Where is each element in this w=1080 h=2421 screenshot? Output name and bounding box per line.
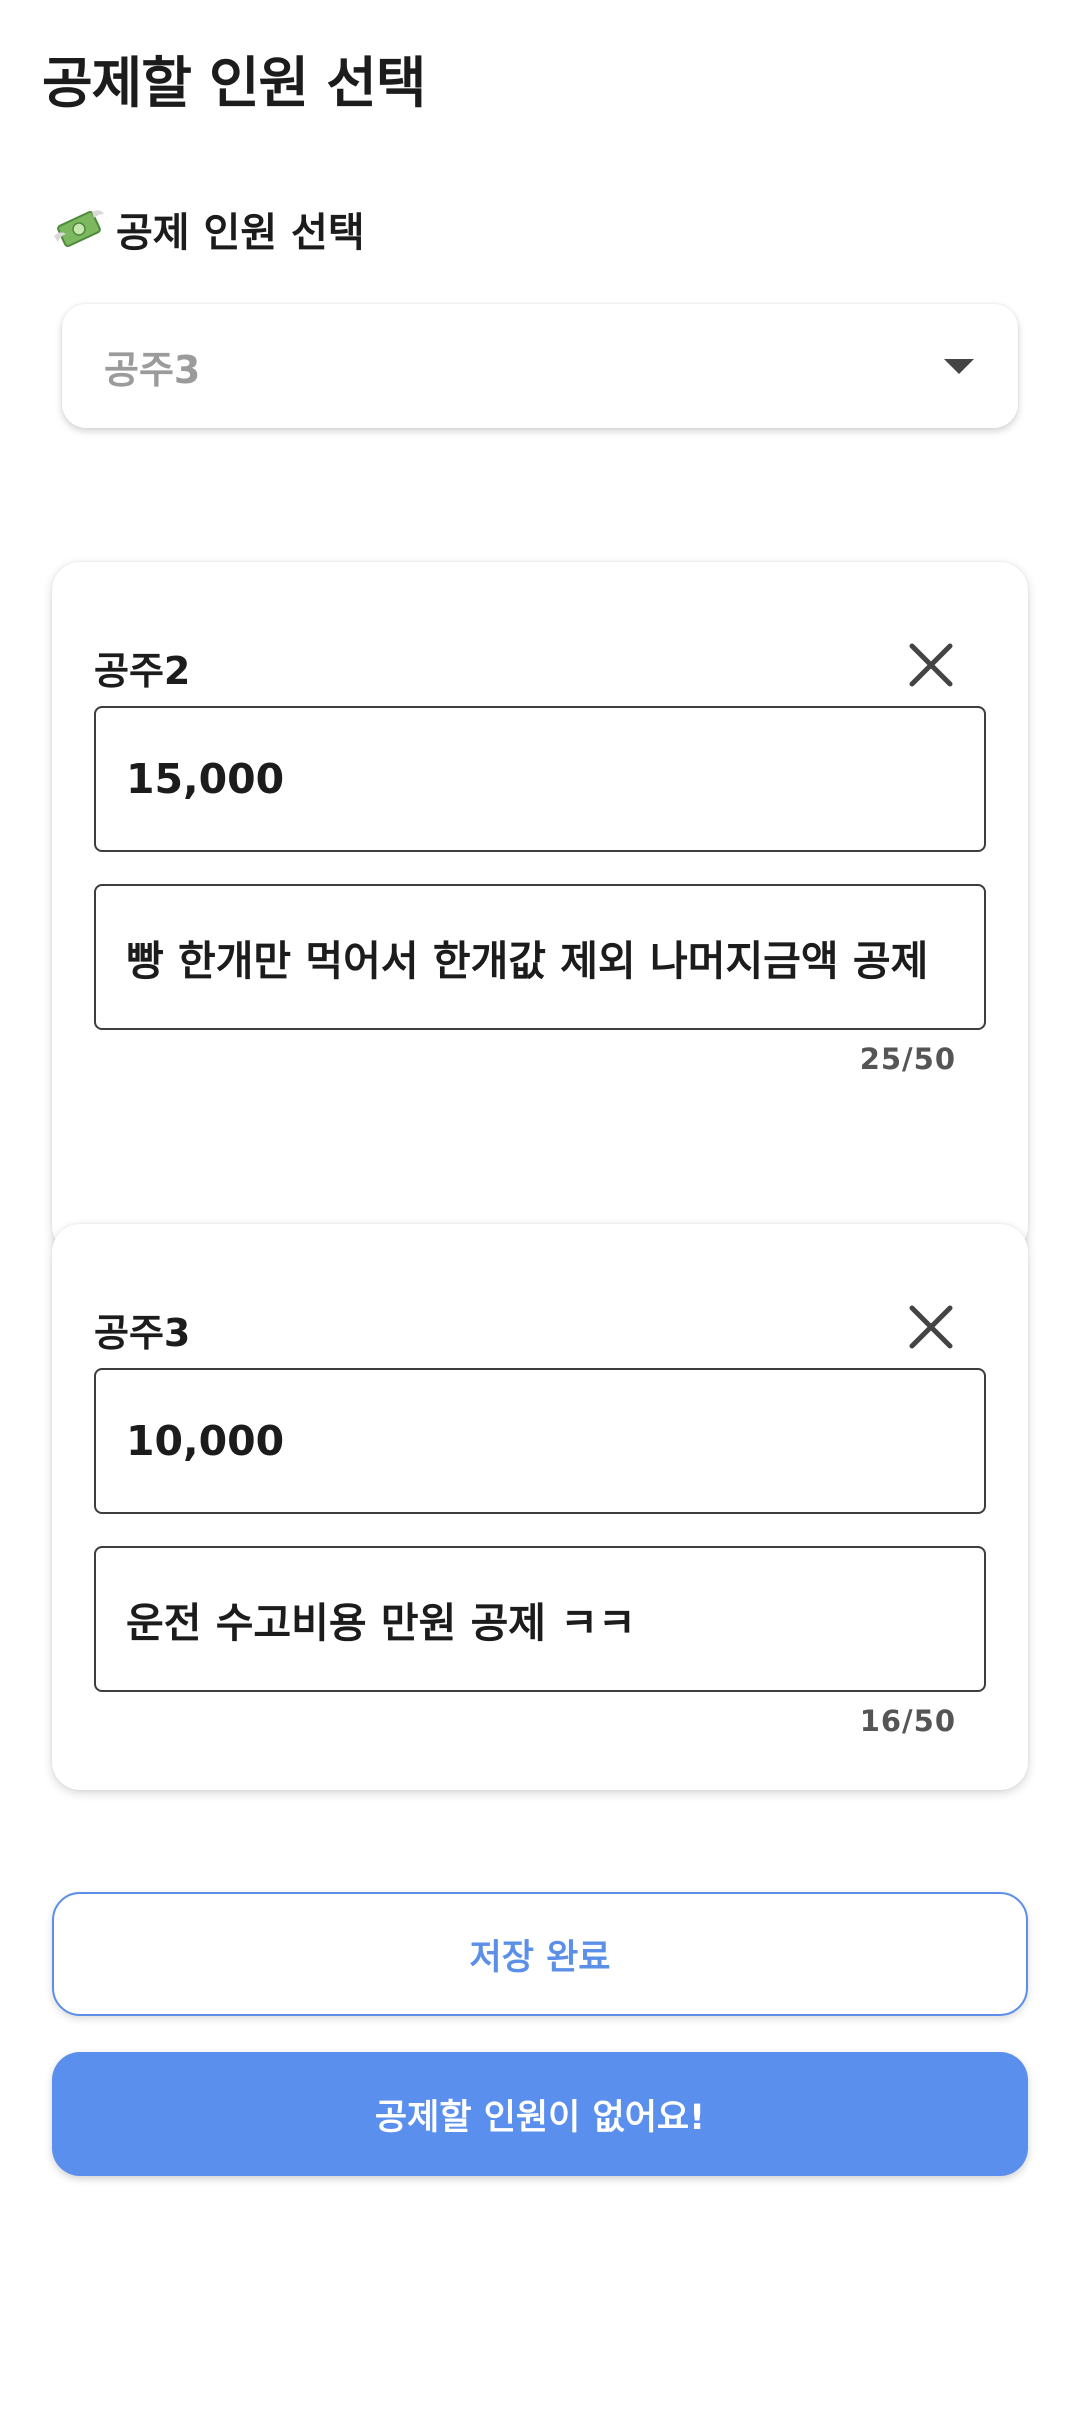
remove-deduction-button[interactable] [904, 1300, 958, 1354]
memo-input[interactable]: 빵 한개만 먹어서 한개값 제외 나머지금액 공제 [94, 884, 986, 1030]
page-title: 공제할 인원 선택 [42, 51, 426, 115]
money-with-wings-icon [52, 206, 106, 252]
amount-input[interactable]: 15,000 [94, 706, 986, 852]
section-label: 공제 인원 선택 [52, 200, 365, 258]
amount-input[interactable]: 10,000 [94, 1368, 986, 1514]
caret-down-icon[interactable] [944, 358, 974, 374]
save-button[interactable]: 저장 완료 [52, 1892, 1028, 2016]
remove-deduction-button[interactable] [904, 638, 958, 692]
close-icon[interactable] [904, 1300, 958, 1354]
deduction-member-name: 공주2 [94, 649, 191, 693]
memo-char-counter: 16/50 [859, 1704, 956, 1738]
deduction-card: 공주2 15,000 빵 한개만 먹어서 한개값 제외 나머지금액 공제 25/… [52, 562, 1028, 1254]
member-select-value: 공주3 [104, 347, 201, 392]
section-label-text: 공제 인원 선택 [116, 210, 365, 256]
close-icon[interactable] [904, 638, 958, 692]
memo-char-counter: 25/50 [859, 1042, 956, 1076]
deduction-card: 공주3 10,000 운전 수고비용 만원 공제 ㅋㅋ 16/50 [52, 1224, 1028, 1790]
member-select[interactable]: 공주3 [62, 304, 1018, 428]
deduction-member-name: 공주3 [94, 1311, 191, 1355]
memo-input[interactable]: 운전 수고비용 만원 공제 ㅋㅋ [94, 1546, 986, 1692]
no-deduction-button[interactable]: 공제할 인원이 없어요! [52, 2052, 1028, 2176]
